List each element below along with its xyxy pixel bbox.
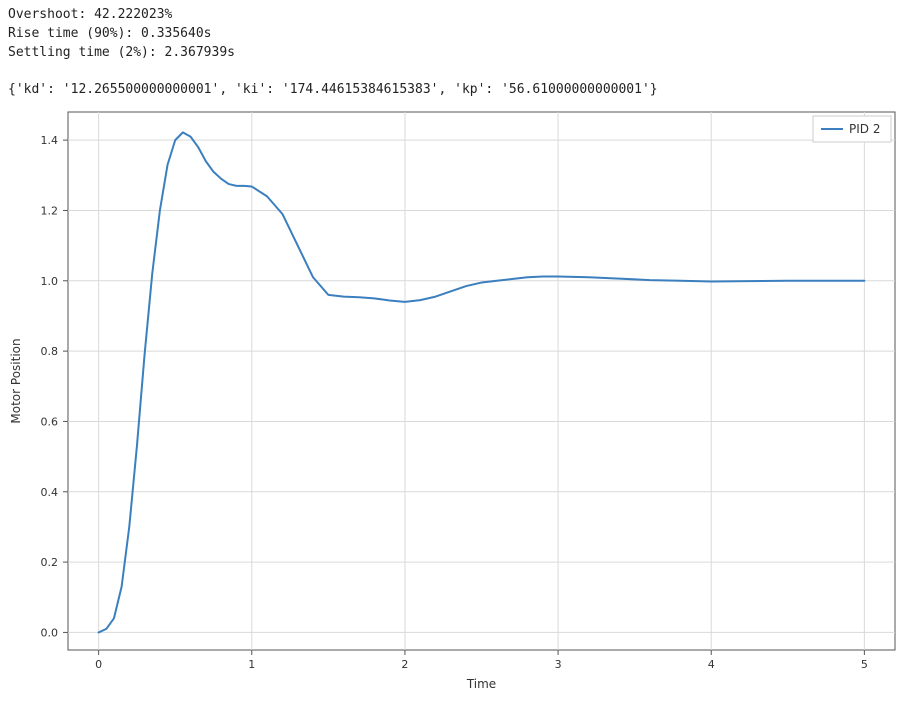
y-tick-label: 0.8 [41,345,59,358]
y-tick-label: 0.4 [41,486,59,499]
pid-params-line: {'kd': '12.265500000000001', 'ki': '174.… [8,82,658,97]
y-tick-label: 0.6 [41,416,59,429]
x-tick-label: 2 [401,658,408,671]
metrics-output: Overshoot: 42.222023% Rise time (90%): 0… [0,0,915,102]
series-line-pid2 [99,133,865,633]
x-tick-label: 4 [708,658,715,671]
y-tick-label: 0.0 [41,627,59,640]
x-axis-label: Time [466,677,496,691]
x-tick-label: 0 [95,658,102,671]
plot-border [68,112,895,650]
overshoot-line: Overshoot: 42.222023% [8,7,172,22]
pid-response-chart: 0 1 2 3 4 5 0.0 0.2 0.4 0.6 0.8 1.0 1.2 1.4 Time Motor … [0,102,915,702]
x-tick-label: 5 [861,658,868,671]
y-tick-label: 1.2 [41,205,59,218]
legend-label: PID 2 [849,122,880,136]
x-tick-label: 1 [248,658,255,671]
y-tick-label: 1.0 [41,275,59,288]
y-tick-label: 1.4 [41,134,59,147]
x-tick-label: 3 [555,658,562,671]
settling-time-line: Settling time (2%): 2.367939s [8,45,235,60]
y-tick-label: 0.2 [41,556,59,569]
y-axis-label: Motor Position [9,339,23,424]
rise-time-line: Rise time (90%): 0.335640s [8,26,212,41]
chart-svg: 0 1 2 3 4 5 0.0 0.2 0.4 0.6 0.8 1.0 1.2 1.4 Time Motor … [0,102,915,702]
